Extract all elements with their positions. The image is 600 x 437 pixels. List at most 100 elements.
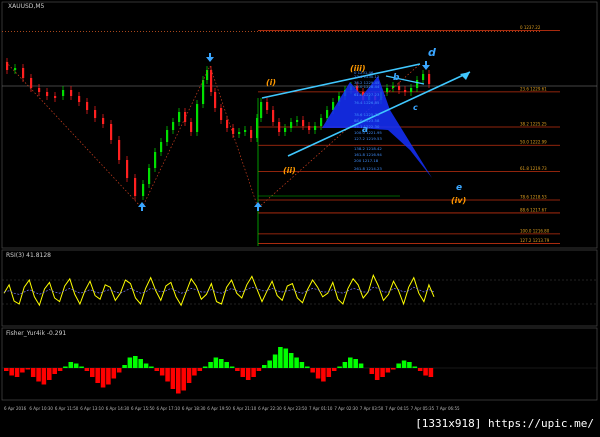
fisher-pos-bar [143, 363, 149, 368]
candle-body [250, 130, 253, 138]
candle-body [410, 88, 413, 92]
fisher-pos-bar [305, 366, 310, 368]
candle-body [404, 90, 407, 92]
fisher-pos-bar [138, 359, 143, 368]
fisher-pos-bar [219, 359, 224, 368]
x-tick-label: 7 Apr 05:35 [411, 406, 435, 411]
wave-label: (iv) [451, 196, 466, 205]
candle-body [422, 74, 425, 80]
fisher-pos-bar [133, 356, 138, 368]
fisher-neg-bar [423, 368, 428, 376]
fisher-neg-bar [385, 368, 391, 373]
candle-body [416, 80, 419, 88]
candle-body [6, 62, 9, 70]
candle-body [142, 184, 145, 196]
rsi-title: RSI(3) 41.8128 [6, 252, 51, 259]
fib-price-tag: 100.0 1216.80 [520, 228, 550, 233]
fisher-pos-bar [407, 362, 412, 368]
candle-body [14, 68, 17, 70]
fisher-pos-bar [358, 363, 364, 368]
fisher-neg-bar [9, 368, 14, 376]
fib-price-tag: 50.0 1222.99 [520, 140, 547, 145]
fib-inner-label: 76.4 1226.85 [354, 100, 380, 105]
fisher-neg-bar [374, 368, 380, 380]
fib-inner-label: 200 1217.18 [354, 158, 379, 163]
fib-price-tag: 38.2 1225.25 [520, 121, 547, 126]
x-tick-label: 6 Apr 2016 [4, 406, 27, 411]
x-tick-label: 7 Apr 02:30 [334, 406, 358, 411]
candle-body [398, 86, 401, 90]
candle-body [70, 90, 73, 96]
fisher-neg-bar [52, 368, 57, 374]
candle-body [86, 102, 89, 110]
fisher-pos-bar [122, 365, 127, 368]
fib-inner-label: 88.6 1223.58 [354, 118, 380, 123]
candle-body [184, 112, 187, 122]
fisher-neg-bar [256, 368, 262, 371]
fisher-pos-bar [267, 360, 272, 368]
candle-body [428, 74, 431, 84]
fib-inner-label: 138.2 1218.42 [354, 146, 382, 151]
chart-canvas: 0 1237.22 23.6 1229.61 38.2 1225.25 50.0 12… [0, 0, 600, 433]
candle-body [154, 152, 157, 168]
fib-inner-label: 78.6 1225.78 [354, 112, 380, 117]
candle-body [326, 110, 329, 118]
fib-inner-label: 23.6 1230.12 [354, 74, 380, 79]
fisher-neg-bar [380, 368, 385, 377]
fisher-neg-bar [20, 368, 25, 373]
candle-body [46, 92, 49, 96]
fisher-pos-bar [294, 357, 299, 368]
candle-body [278, 122, 281, 132]
fisher-neg-bar [326, 368, 332, 377]
x-tick-label: 6 Apr 10:30 [29, 406, 53, 411]
candle-body [302, 120, 305, 126]
fisher-neg-bar [116, 368, 122, 373]
fisher-neg-bar [192, 368, 197, 376]
fisher-neg-bar [245, 368, 251, 380]
fisher-neg-bar [4, 368, 9, 371]
fisher-pos-bar [283, 348, 289, 368]
candle-body [38, 88, 41, 92]
up-arrow-stem [141, 207, 143, 211]
candle-body [166, 130, 169, 142]
candle-body [134, 178, 137, 196]
x-axis-group: 6 Apr 2016 6 Apr 10:30 6 Apr 11:50 6 Apr 13… [4, 406, 460, 411]
fisher-neg-bar [47, 368, 52, 380]
fisher-neg-bar [30, 368, 36, 377]
wave-label: a [362, 125, 368, 135]
candle-body [196, 104, 199, 132]
fisher-pos-bar [401, 360, 407, 368]
candle-body [392, 86, 395, 88]
candle-body [202, 80, 205, 104]
fisher-neg-bar [170, 368, 176, 389]
up-arrow-stem [257, 207, 259, 211]
fisher-neg-bar [331, 368, 337, 371]
fisher-neg-bar [111, 368, 117, 379]
x-tick-label: 6 Apr 13:10 [80, 406, 104, 411]
fib-price-tag: 61.8 1219.73 [520, 166, 547, 171]
fisher-neg-bar [106, 368, 111, 385]
fisher-neg-bar [181, 368, 186, 391]
fisher-neg-bar [240, 368, 246, 377]
fisher-neg-bar [90, 368, 95, 377]
fib-inner-label: 161.8 1216.94 [354, 152, 382, 157]
candle-body [172, 122, 175, 130]
candle-body [320, 118, 323, 126]
fisher-pos-bar [224, 362, 229, 368]
candle-body [126, 160, 129, 178]
fisher-pos-bar [208, 362, 213, 368]
candle-body [296, 120, 299, 122]
fisher-pos-bar [288, 353, 294, 368]
candle-body [238, 132, 241, 134]
candle-body [30, 78, 33, 88]
candle-body [266, 102, 269, 110]
fib-inner-label: 127.2 1219.53 [354, 136, 382, 141]
candle-body [148, 168, 151, 184]
fisher-neg-bar [14, 368, 20, 377]
image-credit: [1331x918] https://upic.me/ [415, 417, 594, 430]
fisher-neg-bar [159, 368, 165, 376]
x-tick-label: 7 Apr 04:15 [385, 406, 409, 411]
x-tick-label: 6 Apr 11:50 [55, 406, 79, 411]
fisher-pos-bar [149, 366, 154, 368]
fisher-neg-bar [25, 368, 31, 370]
